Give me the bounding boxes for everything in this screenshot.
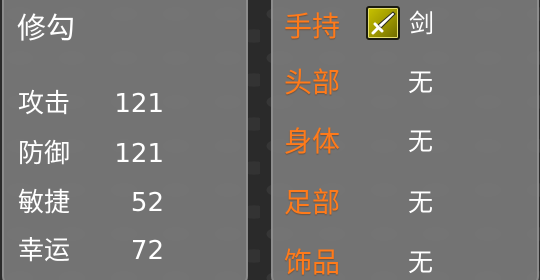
equip-slot-body[interactable]: 身体 无 xyxy=(284,120,524,164)
stat-row-luck: 幸运 72 xyxy=(18,231,164,271)
equip-slot-label: 手持 xyxy=(284,10,341,43)
stat-row-defense: 防御 121 xyxy=(18,134,164,174)
stat-label: 攻击 xyxy=(18,89,71,119)
sword-icon[interactable] xyxy=(366,6,400,40)
stat-row-attack: 攻击 121 xyxy=(18,84,164,124)
equip-slot-value: 无 xyxy=(408,188,434,217)
equip-slot-label: 身体 xyxy=(284,125,341,158)
stat-value: 52 xyxy=(130,188,164,218)
stat-label: 敏捷 xyxy=(18,188,71,218)
stat-value: 72 xyxy=(130,236,164,266)
character-stats-panel: 修勾 攻击 121 防御 121 敏捷 52 幸运 72 xyxy=(2,0,248,280)
equip-slot-accessory[interactable]: 饰品 无 xyxy=(284,241,524,280)
stat-label: 防御 xyxy=(18,139,71,169)
stat-row-agility: 敏捷 52 xyxy=(18,183,164,223)
equip-slot-value: 无 xyxy=(408,127,434,156)
equip-slot-value: 剑 xyxy=(409,9,435,38)
equip-slot-value: 无 xyxy=(408,68,434,97)
character-name: 修勾 xyxy=(17,11,76,45)
equip-slot-label: 足部 xyxy=(284,186,341,219)
stat-label: 幸运 xyxy=(18,236,71,266)
equip-slot-label: 头部 xyxy=(284,66,341,99)
stat-value: 121 xyxy=(114,139,164,169)
equip-slot-feet[interactable]: 足部 无 xyxy=(284,181,524,225)
equip-slot-head[interactable]: 头部 无 xyxy=(284,61,524,105)
equipment-panel: 手持 剑 头部 无 身体 无 足部 无 饰品 无 xyxy=(271,0,539,280)
stat-value: 121 xyxy=(114,89,164,119)
equip-slot-hand[interactable]: 手持 剑 xyxy=(284,5,524,49)
equip-slot-label: 饰品 xyxy=(284,246,341,279)
equip-slot-value: 无 xyxy=(408,248,434,277)
